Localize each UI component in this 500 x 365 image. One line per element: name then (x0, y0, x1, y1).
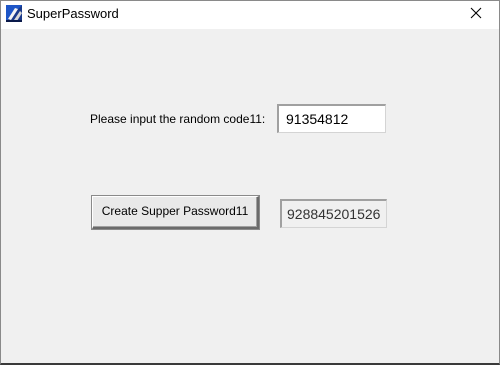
title-bar[interactable]: SuperPassword (1, 1, 499, 29)
close-button[interactable] (453, 1, 499, 29)
close-icon (470, 6, 482, 24)
random-code-label: Please input the random code11: (90, 112, 266, 126)
random-code-input[interactable]: 91354812 (277, 104, 386, 133)
window-title: SuperPassword (27, 6, 119, 21)
password-output-field[interactable]: 928845201526 (280, 199, 387, 228)
app-window: SuperPassword Please input the random co… (0, 0, 500, 365)
superpassword-app-icon (6, 5, 22, 22)
create-password-button[interactable]: Create Supper Password11 (92, 196, 259, 229)
dialog-client-area: Please input the random code11: 91354812… (1, 29, 499, 363)
